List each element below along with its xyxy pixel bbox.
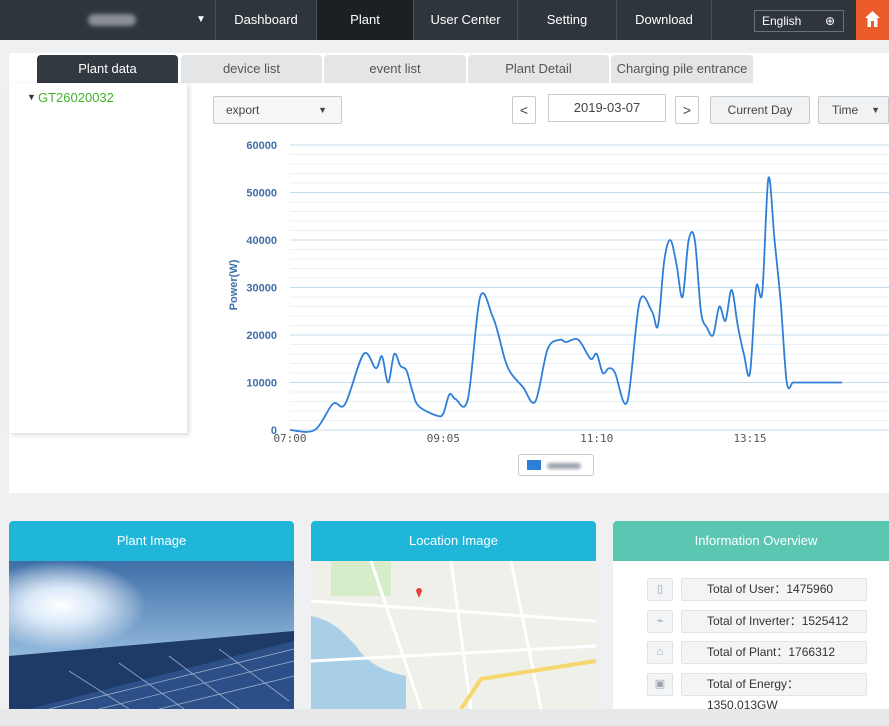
prev-day-button[interactable]: < [512,96,536,124]
tree-node-plant[interactable]: GT26020032 [38,90,114,105]
next-day-button[interactable]: > [675,96,699,124]
card-title: Location Image [311,521,596,561]
plant-image-card: Plant Image [9,521,294,709]
chart-grid [290,144,889,431]
chevron-down-icon: ▼ [871,105,880,115]
location-image-card: Location Image [311,521,596,709]
total-inverter-text: Total of Inverter：1525412 [681,610,867,633]
total-plant-text: Total of Plant：1766312 [681,641,867,664]
energy-icon: ▣ [647,673,673,696]
nav-user-center[interactable]: User Center [413,0,517,40]
inverter-icon: ⌁ [647,610,673,633]
nav-download[interactable]: Download [616,0,712,40]
y-tick-label: 10000 [246,378,277,390]
time-label: Time [832,103,859,117]
tab-event-list[interactable]: event list [324,55,466,83]
chevron-down-icon: ▼ [196,14,206,25]
chevron-right-icon: > [682,102,692,118]
x-tick-label: 09:05 [427,432,460,445]
account-name-redacted [88,14,136,26]
legend-label-redacted [547,463,581,469]
phone-icon: ▯ [647,578,673,601]
export-select[interactable]: export ▼ [213,96,342,124]
chevron-left-icon: < [519,102,529,118]
tab-plant-detail[interactable]: Plant Detail [468,55,609,83]
overview-list: ▯ Total of User：1475960 ⌁ Total of Inver… [613,561,889,709]
legend-swatch [527,460,541,470]
card-title: Plant Image [9,521,294,561]
power-line-chart: 0100002000030000400005000060000 07:00 09:… [228,140,889,445]
chart-legend[interactable] [518,454,594,476]
export-label: export [226,103,260,117]
y-axis-ticks: 0100002000030000400005000060000 [246,140,277,437]
x-tick-label: 13:15 [733,432,766,445]
current-day-button[interactable]: Current Day [710,96,810,124]
map-image [311,561,596,709]
tree-expand-icon[interactable]: ▼ [27,92,36,102]
nav-dashboard[interactable]: Dashboard [215,0,316,40]
date-input[interactable]: 2019-03-07 [548,94,666,122]
language-label: English [762,14,802,28]
tab-charging-pile[interactable]: Charging pile entrance [611,55,753,83]
language-select[interactable]: English ⊕ [754,10,844,32]
solar-panel-image [9,561,294,709]
x-tick-label: 07:00 [273,432,306,445]
card-title: Information Overview [613,521,889,561]
time-select[interactable]: Time ▼ [818,96,889,124]
chevron-down-icon: ▼ [318,105,327,115]
nav-plant[interactable]: Plant [316,0,413,40]
plant-photo[interactable] [9,561,294,709]
total-energy-text: Total of Energy：1350.013GW [681,673,867,709]
y-axis-label: Power(W) [228,259,240,310]
plant-icon: ⌂ [647,641,673,664]
account-selector[interactable]: ▼ [0,0,215,40]
nav-setting[interactable]: Setting [517,0,616,40]
y-tick-label: 30000 [246,283,277,295]
globe-icon: ⊕ [824,14,835,28]
home-icon [865,11,880,27]
tab-plant-data[interactable]: Plant data [37,55,178,83]
y-tick-label: 60000 [246,140,277,152]
y-tick-label: 40000 [246,235,277,247]
y-tick-label: 50000 [246,188,277,200]
x-tick-label: 11:10 [580,432,613,445]
information-overview-card: Information Overview ▯ Total of User：147… [613,521,889,709]
total-user-text: Total of User：1475960 [681,578,867,601]
x-axis-ticks: 07:00 09:05 11:10 13:15 [273,432,766,445]
footer-strip [0,709,889,726]
top-nav-bar: ▼ Dashboard Plant User Center Setting Do… [0,0,889,40]
tab-device-list[interactable]: device list [181,55,322,83]
home-button[interactable] [856,0,889,40]
y-tick-label: 20000 [246,330,277,342]
location-map[interactable] [311,561,596,709]
series-line [289,176,842,433]
plant-tree: ▼ GT26020032 [9,83,187,433]
